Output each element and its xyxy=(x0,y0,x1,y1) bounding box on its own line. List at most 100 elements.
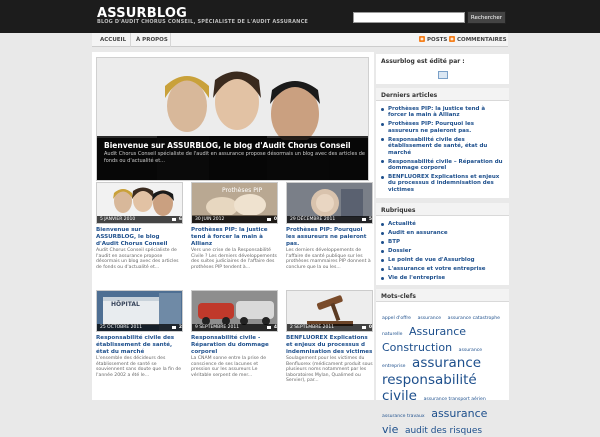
bullet-icon xyxy=(381,249,384,253)
recent-post-link[interactable]: Responsabilité civile – Réparation du do… xyxy=(381,159,505,172)
post-meta: 29 DÉCEMBRE 2011 5 xyxy=(287,216,372,223)
category-link[interactable]: BTP xyxy=(381,239,505,245)
widget-title: Rubriques xyxy=(376,203,509,216)
widget-edited-by: Assurblog est édité par : xyxy=(376,54,509,84)
post-thumbnail[interactable]: 29 DÉCEMBRE 2011 5 xyxy=(286,182,373,224)
bullet-icon xyxy=(381,107,384,111)
post-title[interactable]: Prothèses PIP: la justice tend à forcer … xyxy=(191,227,278,247)
post-thumbnail[interactable]: 9 SEPTEMBRE 2011 4 xyxy=(191,290,278,332)
post-meta: 2 SEPTEMBRE 2011 0 xyxy=(287,324,372,331)
recent-post-link[interactable]: Prothèses PIP: la justice tend à forcer … xyxy=(381,106,505,119)
rss-icon[interactable]: ◉ xyxy=(449,36,455,42)
comment-count[interactable]: 0 xyxy=(369,325,372,330)
feed-posts-link[interactable]: POSTS xyxy=(427,37,447,43)
post-card: 2 SEPTEMBRE 2011 0 BENFLUOREX Explicatio… xyxy=(286,290,373,396)
post-excerpt: Soulagement pour les victimes du Benfluo… xyxy=(286,356,373,384)
post-card: 29 DÉCEMBRE 2011 5 Prothèses PIP: Pourqu… xyxy=(286,182,373,288)
post-excerpt: L'ensemble des décideurs des établisseme… xyxy=(96,356,182,378)
tag-link[interactable]: audit des risques xyxy=(405,426,482,436)
search-input[interactable] xyxy=(353,12,465,23)
post-thumbnail[interactable]: Prothèses PIP 30 JUIN 2012 0 xyxy=(191,182,278,224)
site-tagline: BLOG D'AUDIT CHORUS CONSEIL, SPÉCIALISTE… xyxy=(97,19,309,25)
post-thumbnail[interactable]: HÔPITAL 25 OCTOBRE 2011 2 xyxy=(96,290,183,332)
featured-excerpt: Audit Chorus Conseil spécialiste de l'au… xyxy=(104,151,366,164)
featured-slider[interactable]: Bienvenue sur ASSURBLOG, le blog d'Audit… xyxy=(96,57,369,181)
tag-cloud: appel d'offre assurance assurance catast… xyxy=(382,306,506,436)
bullet-icon xyxy=(381,276,384,280)
recent-post-title[interactable]: Prothèses PIP: Pourquoi les assureurs ne… xyxy=(388,121,474,133)
post-title[interactable]: Responsabilité civile des établissement … xyxy=(96,335,183,355)
category-link[interactable]: Le point de vue d'Assurblog xyxy=(381,257,505,263)
category-link[interactable]: Audit en assurance xyxy=(381,230,505,236)
category-label[interactable]: Le point de vue d'Assurblog xyxy=(388,257,475,263)
feed-comments-link[interactable]: COMMENTAIRES xyxy=(457,37,507,43)
post-excerpt: Vers une crise de la Responsabilité Civi… xyxy=(191,248,277,270)
recent-post-title[interactable]: Responsabilité civile – Réparation du do… xyxy=(388,159,503,171)
category-label[interactable]: Actualité xyxy=(388,221,416,227)
category-label[interactable]: L'assurance et votre entreprise xyxy=(388,266,486,272)
tag-link[interactable]: assurance travaux xyxy=(382,414,425,419)
post-meta: 30 JUIN 2012 0 xyxy=(192,216,277,223)
comment-count[interactable]: 2 xyxy=(179,325,182,330)
category-link[interactable]: Dossier xyxy=(381,248,505,254)
comment-count[interactable]: 0 xyxy=(274,217,277,222)
nav-divider xyxy=(130,33,131,47)
comment-icon xyxy=(267,218,271,221)
site-header: ASSURBLOG BLOG D'AUDIT CHORUS CONSEIL, S… xyxy=(0,0,600,33)
widget-categories: Rubriques Actualité Audit en assurance B… xyxy=(376,203,509,285)
nav-home[interactable]: ACCUEIL xyxy=(100,37,126,43)
post-card: 9 SEPTEMBRE 2011 4 Responsabilité civile… xyxy=(191,290,278,396)
comment-count[interactable]: 4 xyxy=(274,325,277,330)
widget-tag-cloud: Mots-clefs appel d'offre assurance assur… xyxy=(376,289,509,435)
recent-post-link[interactable]: BENFLUOREX Explications et enjeux du pro… xyxy=(381,174,505,193)
category-label[interactable]: Dossier xyxy=(388,248,411,254)
post-date: 30 JUIN 2012 xyxy=(195,217,225,222)
post-date: 25 OCTOBRE 2011 xyxy=(100,325,143,330)
comment-icon xyxy=(362,326,366,329)
recent-post-link[interactable]: Responsabilité civile des établissement … xyxy=(381,137,505,156)
category-label[interactable]: Audit en assurance xyxy=(388,230,448,236)
widget-recent-posts: Derniers articles Prothèses PIP: la just… xyxy=(376,88,509,198)
tag-link[interactable]: assurance xyxy=(418,316,441,321)
post-thumbnail[interactable]: 5 JANVIER 2010 6 xyxy=(96,182,183,224)
comment-icon xyxy=(362,218,366,221)
widget-title: Derniers articles xyxy=(376,88,509,101)
rss-icon[interactable]: ◉ xyxy=(419,36,425,42)
recent-post-title[interactable]: BENFLUOREX Explications et enjeux du pro… xyxy=(388,174,499,193)
bullet-icon xyxy=(381,231,384,235)
category-link[interactable]: Vie de l'entreprise xyxy=(381,275,505,281)
recent-post-title[interactable]: Responsabilité civile des établissement … xyxy=(388,137,487,156)
post-card: Prothèses PIP 30 JUIN 2012 0 Prothèses P… xyxy=(191,182,278,288)
recent-post-title[interactable]: Prothèses PIP: la justice tend à forcer … xyxy=(388,106,485,118)
category-label[interactable]: BTP xyxy=(388,239,400,245)
post-title[interactable]: Prothèses PIP: Pourquoi les assureurs ne… xyxy=(286,227,373,247)
category-link[interactable]: L'assurance et votre entreprise xyxy=(381,266,505,272)
tag-link[interactable]: appel d'offre xyxy=(382,316,411,321)
comment-count[interactable]: 6 xyxy=(179,217,182,222)
category-link[interactable]: Actualité xyxy=(381,221,505,227)
widget-title: Assurblog est édité par : xyxy=(376,54,509,67)
thumbnail-caption: HÔPITAL xyxy=(111,301,140,308)
bullet-icon xyxy=(381,258,384,262)
post-title[interactable]: Bienvenue sur ASSURBLOG, le blog d'Audit… xyxy=(96,227,183,247)
nav-about[interactable]: À PROPOS xyxy=(136,37,168,43)
publisher-logo[interactable] xyxy=(438,71,448,79)
post-card: HÔPITAL 25 OCTOBRE 2011 2 Responsabilité… xyxy=(96,290,183,396)
comment-count[interactable]: 5 xyxy=(369,217,372,222)
post-date: 5 JANVIER 2010 xyxy=(100,217,136,222)
tag-link[interactable]: Assurance Construction xyxy=(382,325,466,354)
featured-title[interactable]: Bienvenue sur ASSURBLOG, le blog d'Audit… xyxy=(104,141,351,150)
post-title[interactable]: Responsabilité civile - Réparation du do… xyxy=(191,335,278,355)
category-label[interactable]: Vie de l'entreprise xyxy=(388,275,445,281)
post-title[interactable]: BENFLUOREX Explications et enjeux du pro… xyxy=(286,335,373,355)
post-date: 29 DÉCEMBRE 2011 xyxy=(290,217,336,222)
recent-post-link[interactable]: Prothèses PIP: Pourquoi les assureurs ne… xyxy=(381,121,505,134)
main-content: Bienvenue sur ASSURBLOG, le blog d'Audit… xyxy=(92,52,374,400)
post-meta: 25 OCTOBRE 2011 2 xyxy=(97,324,182,331)
post-excerpt: La CNAM sonne entre la prise de conscien… xyxy=(191,356,267,378)
post-meta: 9 SEPTEMBRE 2011 4 xyxy=(192,324,277,331)
categories-list: Actualité Audit en assurance BTP Dossier… xyxy=(381,221,505,284)
post-thumbnail[interactable]: 2 SEPTEMBRE 2011 0 xyxy=(286,290,373,332)
search-button[interactable]: Rechercher xyxy=(467,11,506,24)
post-meta: 5 JANVIER 2010 6 xyxy=(97,216,182,223)
